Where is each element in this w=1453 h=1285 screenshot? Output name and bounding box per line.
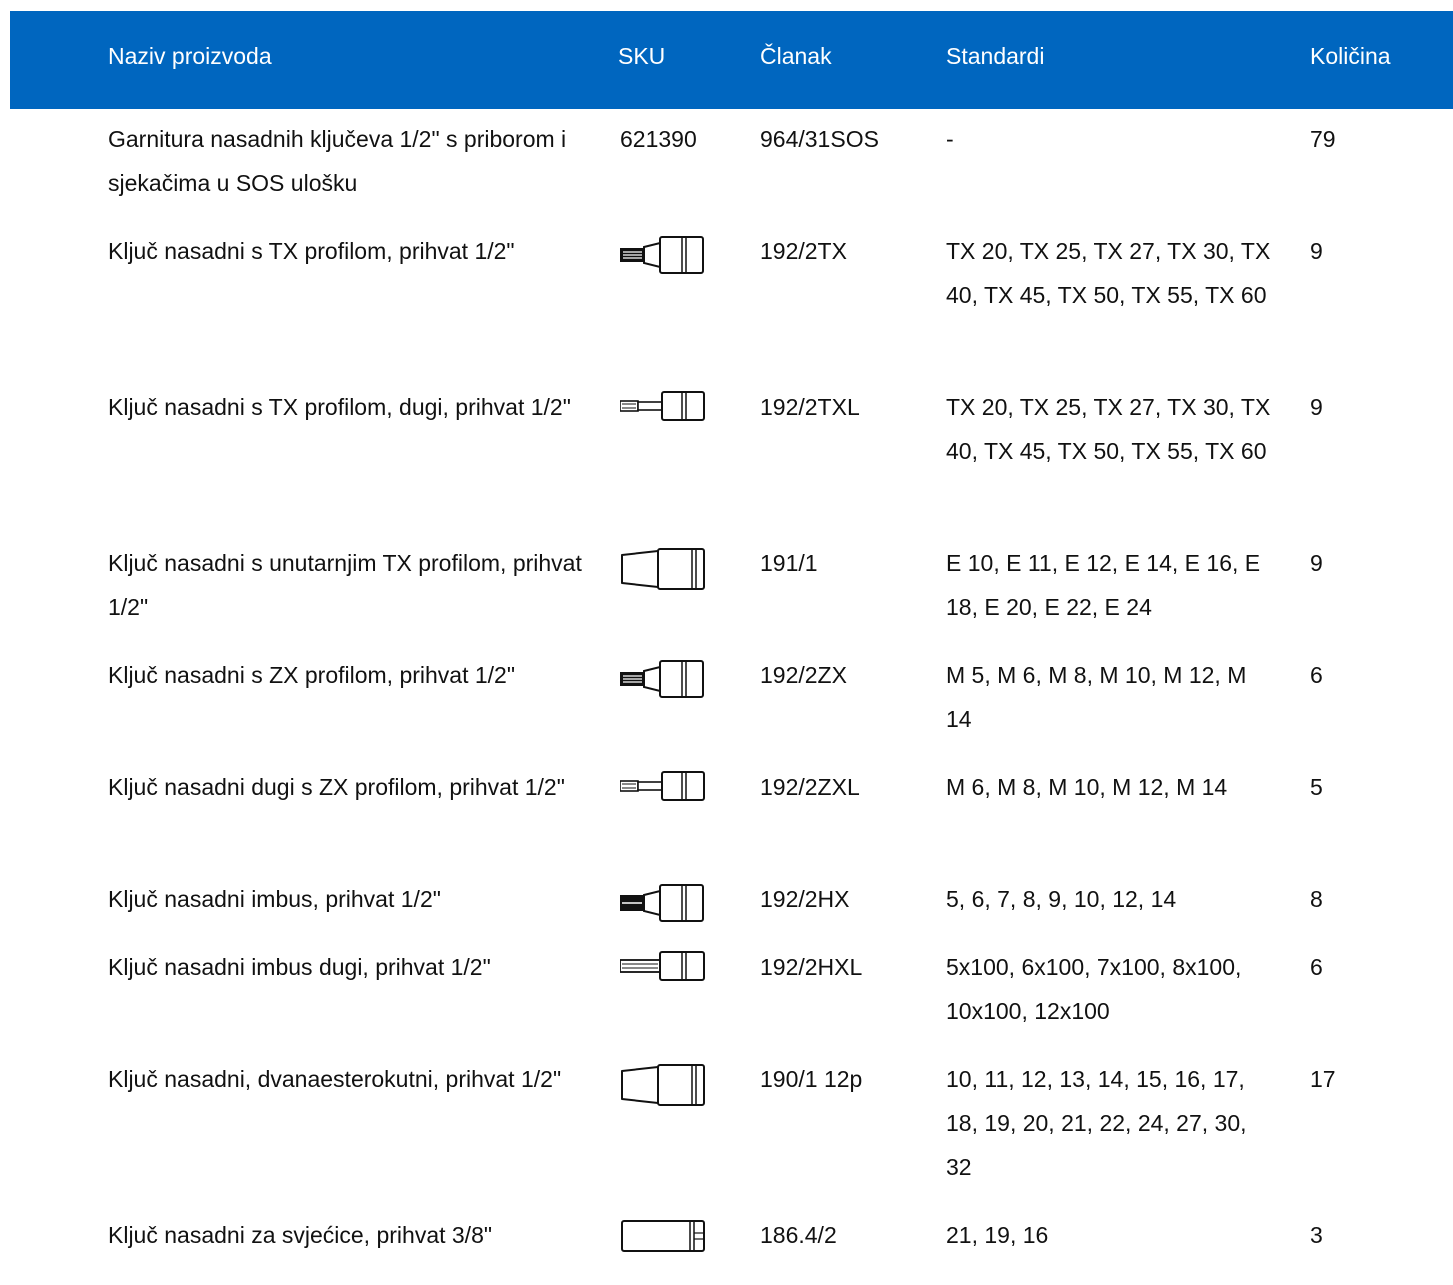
product-sku [620, 229, 730, 277]
product-quantity: 5 [1310, 774, 1323, 800]
product-standards: TX 20, TX 25, TX 27, TX 30, TX 40, TX 45… [946, 238, 1271, 308]
product-standards: TX 20, TX 25, TX 27, TX 30, TX 40, TX 45… [946, 394, 1271, 464]
product-standards: 5x100, 6x100, 7x100, 8x100, 10x100, 12x1… [946, 954, 1242, 1024]
header-standards[interactable]: Standardi [946, 43, 1044, 70]
product-name: Ključ nasadni imbus, prihvat 1/2" [108, 886, 441, 912]
product-standards: M 5, M 6, M 8, M 10, M 12, M 14 [946, 662, 1247, 732]
table-row: Ključ nasadni, dvanaesterokutni, prihvat… [10, 1049, 1453, 1205]
product-sku [620, 653, 730, 701]
header-article[interactable]: Članak [760, 43, 832, 70]
zx-bit-socket-icon [620, 660, 704, 698]
product-standards: 10, 11, 12, 13, 14, 15, 16, 17, 18, 19, … [946, 1066, 1247, 1180]
product-quantity: 17 [1310, 1066, 1336, 1092]
product-name: Ključ nasadni s ZX profilom, prihvat 1/2… [108, 662, 516, 688]
table-header: Naziv proizvoda SKU Članak Standardi Kol… [10, 11, 1453, 109]
table-row: Ključ nasadni dugi s ZX profilom, prihva… [10, 757, 1453, 869]
product-name: Ključ nasadni s unutarnjim TX profilom, … [108, 550, 582, 620]
product-article: 192/2HXL [760, 954, 863, 980]
tx-long-bit-socket-icon [620, 391, 705, 421]
tx-bit-socket-icon [620, 236, 704, 274]
product-article: 192/2TX [760, 238, 847, 264]
product-quantity: 3 [1310, 1222, 1323, 1248]
product-standards: 5, 6, 7, 8, 9, 10, 12, 14 [946, 886, 1177, 912]
product-sku: 621390 [620, 117, 730, 161]
product-name: Ključ nasadni s TX profilom, dugi, prihv… [108, 394, 571, 420]
product-quantity: 8 [1310, 886, 1323, 912]
product-name: Ključ nasadni dugi s ZX profilom, prihva… [108, 774, 565, 800]
product-sku [620, 765, 730, 803]
product-article: 192/2ZX [760, 662, 847, 688]
product-name: Ključ nasadni za svjećice, prihvat 3/8" [108, 1222, 493, 1248]
product-article: 191/1 [760, 550, 818, 576]
table-row: Ključ nasadni s ZX profilom, prihvat 1/2… [10, 645, 1453, 757]
product-quantity: 9 [1310, 394, 1323, 420]
product-quantity: 6 [1310, 954, 1323, 980]
table-row: Ključ nasadni za svjećice, prihvat 3/8" … [10, 1205, 1453, 1285]
product-table: Naziv proizvoda SKU Članak Standardi Kol… [10, 11, 1453, 1285]
product-standards: M 6, M 8, M 10, M 12, M 14 [946, 774, 1228, 800]
product-name: Garnitura nasadnih ključeva 1/2" s pribo… [108, 126, 567, 196]
product-sku [620, 1057, 730, 1107]
product-name: Ključ nasadni imbus dugi, prihvat 1/2" [108, 954, 491, 980]
product-sku [620, 541, 730, 591]
product-sku [620, 877, 730, 925]
table-row: Ključ nasadni s TX profilom, dugi, prihv… [10, 377, 1453, 533]
product-article: 186.4/2 [760, 1222, 837, 1248]
product-standards: - [946, 126, 954, 152]
product-article: 190/1 12p [760, 1066, 863, 1092]
table-row: Ključ nasadni s TX profilom, prihvat 1/2… [10, 221, 1453, 377]
product-quantity: 9 [1310, 550, 1323, 576]
sku-text: 621390 [620, 126, 697, 152]
table-row: Ključ nasadni imbus dugi, prihvat 1/2" 1… [10, 937, 1453, 1049]
zx-long-bit-socket-icon [620, 771, 705, 801]
product-name: Ključ nasadni, dvanaesterokutni, prihvat… [108, 1066, 562, 1092]
table-body: Garnitura nasadnih ključeva 1/2" s pribo… [10, 109, 1453, 1285]
product-sku [620, 945, 730, 983]
table-row: Garnitura nasadnih ključeva 1/2" s pribo… [10, 109, 1453, 221]
product-sku [620, 385, 730, 423]
header-product-name[interactable]: Naziv proizvoda [108, 43, 272, 70]
product-name: Ključ nasadni s TX profilom, prihvat 1/2… [108, 238, 515, 264]
table-row: Ključ nasadni imbus, prihvat 1/2" 192/2H… [10, 869, 1453, 937]
product-article: 964/31SOS [760, 126, 879, 152]
product-article: 192/2ZXL [760, 774, 860, 800]
hex-bit-socket-icon [620, 884, 704, 922]
product-standards: 21, 19, 16 [946, 1222, 1049, 1248]
product-quantity: 79 [1310, 126, 1336, 152]
table-row: Ključ nasadni s unutarnjim TX profilom, … [10, 533, 1453, 645]
hex-long-bit-socket-icon [620, 951, 705, 981]
header-sku[interactable]: SKU [618, 43, 665, 70]
product-quantity: 6 [1310, 662, 1323, 688]
spark-plug-socket-icon [621, 1220, 705, 1252]
product-article: 192/2HX [760, 886, 850, 912]
product-sku [620, 1213, 730, 1253]
socket-icon [621, 548, 705, 590]
twelve-point-socket-icon [621, 1064, 705, 1106]
product-article: 192/2TXL [760, 394, 860, 420]
header-quantity[interactable]: Količina [1310, 43, 1391, 70]
product-standards: E 10, E 11, E 12, E 14, E 16, E 18, E 20… [946, 550, 1261, 620]
product-quantity: 9 [1310, 238, 1323, 264]
